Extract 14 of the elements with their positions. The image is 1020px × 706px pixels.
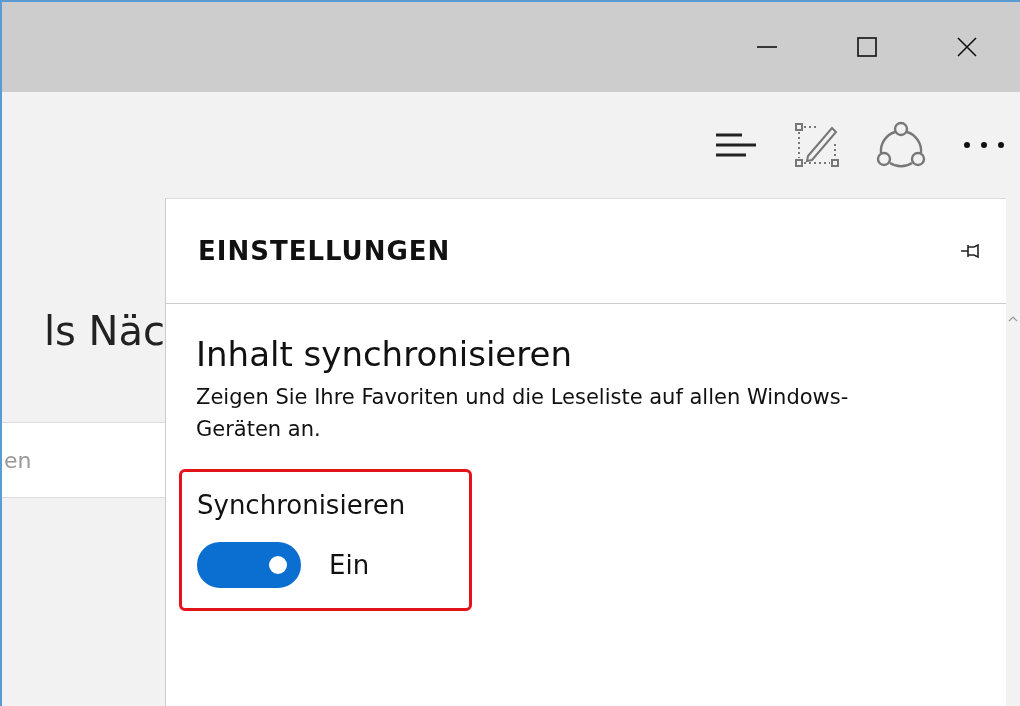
sync-toggle[interactable] [197, 542, 301, 588]
pen-icon[interactable] [794, 122, 840, 168]
close-icon[interactable] [956, 36, 978, 58]
scroll-up-icon[interactable] [1008, 316, 1018, 322]
toggle-state: Ein [329, 550, 370, 580]
toggle-label: Synchronisieren [197, 490, 407, 520]
search-field[interactable]: en [2, 422, 165, 498]
section-title: Inhalt synchronisieren [196, 334, 573, 374]
section-description: Zeigen Sie Ihre Favoriten und die Leseliste auf allen Windows-Geräten an. [196, 384, 850, 443]
page-heading: ls Näc [42, 308, 165, 354]
share-icon[interactable] [876, 121, 926, 169]
more-icon[interactable] [962, 140, 1006, 150]
maximize-icon[interactable] [856, 36, 878, 58]
panel-title: EINSTELLUNGEN [198, 236, 451, 266]
